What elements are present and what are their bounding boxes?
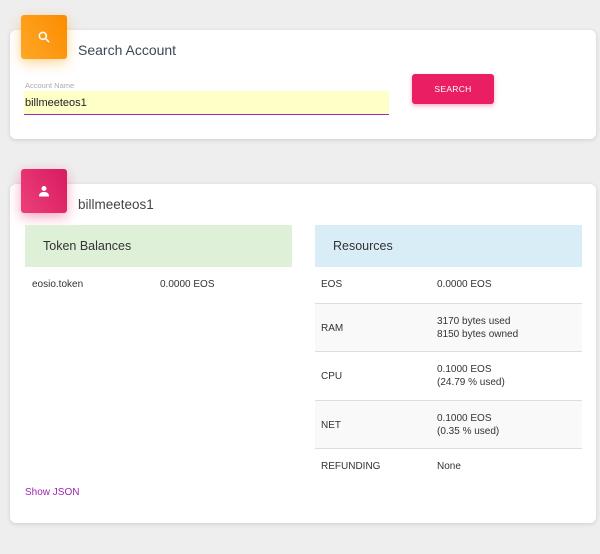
show-json-link[interactable]: Show JSON: [25, 487, 79, 498]
resource-value: 0.0000 EOS: [437, 279, 492, 290]
resource-value-line1: 0.1000 EOS: [437, 364, 492, 375]
token-amount: 0.0000 EOS: [160, 279, 215, 290]
resource-key: RAM: [321, 323, 344, 334]
token-balance-row: eosio.token 0.0000 EOS: [25, 267, 292, 303]
account-card-icon-badge: [21, 169, 67, 213]
account-name-title: billmeeteos1: [78, 197, 154, 212]
account-details-card: billmeeteos1 Token Balances eosio.token …: [10, 169, 596, 523]
resource-value-line2: (24.79 % used): [437, 377, 505, 388]
resource-row-ram: RAM 3170 bytes used 8150 bytes owned: [315, 304, 582, 352]
resource-row-net: NET 0.1000 EOS (0.35 % used): [315, 401, 582, 449]
resource-key: NET: [321, 420, 341, 431]
resource-value: 0.1000 EOS (24.79 % used): [437, 363, 505, 389]
token-balances-header: Token Balances: [25, 225, 292, 267]
search-card-title: Search Account: [78, 42, 177, 58]
resource-key: REFUNDING: [321, 461, 381, 472]
resource-row-refunding: REFUNDING None: [315, 449, 582, 485]
account-name-input[interactable]: [24, 91, 389, 115]
search-card-icon-badge: [21, 15, 67, 59]
resource-key: CPU: [321, 371, 343, 382]
resource-key: EOS: [321, 279, 343, 290]
resource-value: None: [437, 461, 461, 472]
account-name-label: Account Name: [25, 81, 75, 90]
resource-value: 0.1000 EOS (0.35 % used): [437, 412, 499, 438]
token-contract: eosio.token: [32, 279, 84, 290]
resource-value-line1: 3170 bytes used: [437, 316, 511, 327]
resources-table: EOS 0.0000 EOS RAM 3170 bytes used 8150 …: [315, 267, 582, 485]
resource-value-line1: 0.1000 EOS: [437, 413, 492, 424]
search-button[interactable]: SEARCH: [412, 74, 494, 104]
resource-row-cpu: CPU 0.1000 EOS (24.79 % used): [315, 352, 582, 401]
person-icon: [39, 186, 49, 197]
resource-value: 3170 bytes used 8150 bytes owned: [437, 315, 518, 341]
search-account-card: Search Account Account Name SEARCH: [10, 15, 596, 139]
resources-header: Resources: [315, 225, 582, 267]
resource-row-eos: EOS 0.0000 EOS: [315, 267, 582, 304]
search-icon: [38, 31, 50, 43]
resource-value-line2: (0.35 % used): [437, 426, 500, 437]
resource-value-line2: 8150 bytes owned: [437, 329, 519, 340]
